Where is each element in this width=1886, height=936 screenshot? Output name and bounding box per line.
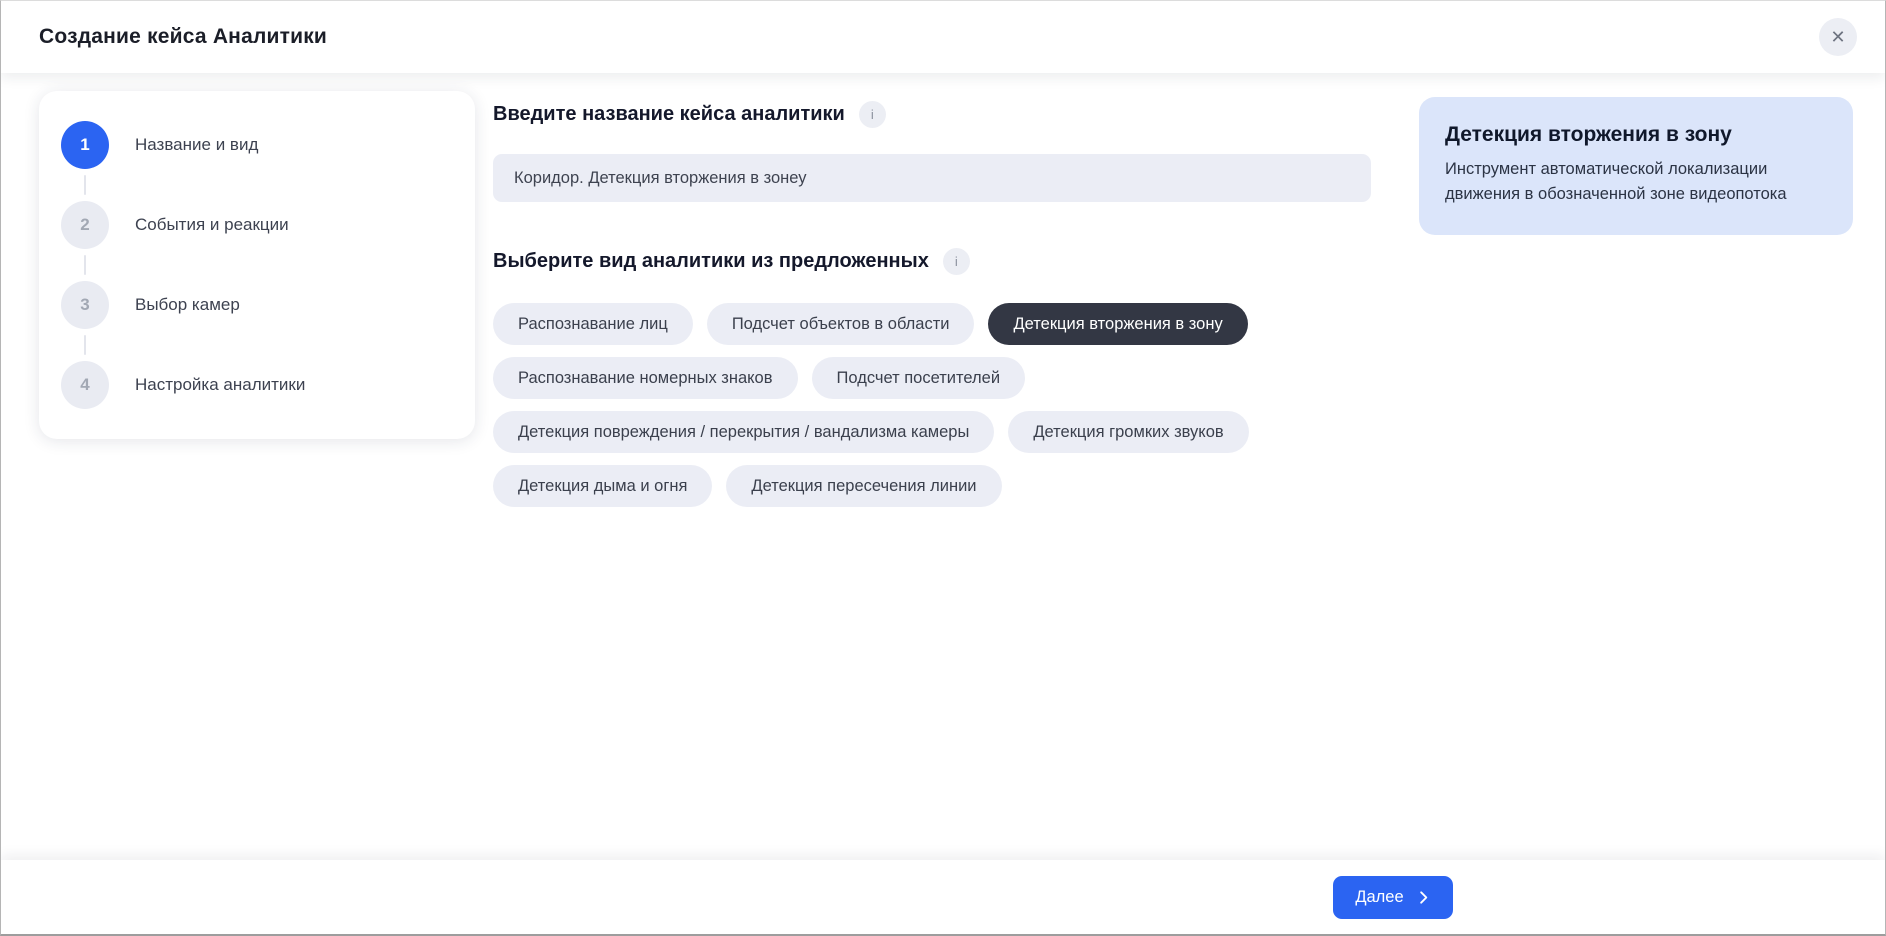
step-connector — [84, 255, 86, 275]
step-connector — [84, 335, 86, 355]
chip-visitor-counting[interactable]: Подсчет посетителей — [812, 357, 1026, 399]
chevron-right-icon — [1416, 890, 1431, 905]
dialog-title: Создание кейса Аналитики — [39, 25, 327, 49]
type-section-header: Выберите вид аналитики из предложенных i — [493, 248, 1371, 275]
selected-analytics-info-panel: Детекция вторжения в зону Инструмент авт… — [1419, 97, 1853, 235]
info-icon[interactable]: i — [859, 101, 886, 128]
chip-smoke-fire-detection[interactable]: Детекция дыма и огня — [493, 465, 712, 507]
close-button[interactable]: ✕ — [1819, 18, 1857, 56]
analytics-type-options: Распознавание лиц Подсчет объектов в обл… — [493, 303, 1371, 507]
dialog-header: Создание кейса Аналитики ✕ — [1, 1, 1885, 73]
step-number-badge: 2 — [61, 201, 109, 249]
chip-license-plate-recognition[interactable]: Распознавание номерных знаков — [493, 357, 798, 399]
step-label: Выбор камер — [135, 295, 240, 315]
step-label: События и реакции — [135, 215, 289, 235]
step-number-badge: 3 — [61, 281, 109, 329]
step-number-badge: 4 — [61, 361, 109, 409]
close-icon: ✕ — [1830, 28, 1845, 46]
dialog-footer: Далее — [1, 860, 1885, 934]
stepper-step-analytics-settings[interactable]: 4 Настройка аналитики — [61, 361, 451, 409]
main-form-area: Введите название кейса аналитики i Выбер… — [475, 73, 1395, 507]
step-label: Настройка аналитики — [135, 375, 305, 395]
info-panel-title: Детекция вторжения в зону — [1445, 123, 1827, 147]
stepper-step-events-and-reactions[interactable]: 2 События и реакции — [61, 201, 451, 249]
chip-camera-tampering-detection[interactable]: Детекция повреждения / перекрытия / ванд… — [493, 411, 994, 453]
case-name-input[interactable] — [493, 154, 1371, 202]
chip-face-recognition[interactable]: Распознавание лиц — [493, 303, 693, 345]
stepper-step-name-and-type[interactable]: 1 Название и вид — [61, 121, 451, 169]
info-icon[interactable]: i — [943, 248, 970, 275]
chip-zone-intrusion-detection[interactable]: Детекция вторжения в зону — [988, 303, 1247, 345]
dialog-body: 1 Название и вид 2 События и реакции 3 В… — [1, 73, 1885, 860]
chip-loud-sound-detection[interactable]: Детекция громких звуков — [1008, 411, 1248, 453]
name-section-title: Введите название кейса аналитики — [493, 103, 845, 126]
stepper-step-camera-selection[interactable]: 3 Выбор камер — [61, 281, 451, 329]
wizard-stepper: 1 Название и вид 2 События и реакции 3 В… — [39, 91, 475, 439]
next-button-label: Далее — [1355, 888, 1403, 907]
step-label: Название и вид — [135, 135, 258, 155]
name-section-header: Введите название кейса аналитики i — [493, 101, 1371, 128]
next-button[interactable]: Далее — [1333, 876, 1453, 919]
chip-row: Распознавание лиц Подсчет объектов в обл… — [493, 303, 1371, 345]
chip-row: Детекция дыма и огня Детекция пересечени… — [493, 465, 1371, 507]
chip-object-counting-in-area[interactable]: Подсчет объектов в области — [707, 303, 975, 345]
step-connector — [84, 175, 86, 195]
chip-row: Распознавание номерных знаков Подсчет по… — [493, 357, 1371, 399]
chip-line-crossing-detection[interactable]: Детекция пересечения линии — [726, 465, 1001, 507]
info-panel-description: Инструмент автоматической локализации дв… — [1445, 157, 1827, 207]
create-analytics-case-dialog: Создание кейса Аналитики ✕ 1 Название и … — [0, 0, 1886, 936]
step-number-badge: 1 — [61, 121, 109, 169]
chip-row: Детекция повреждения / перекрытия / ванд… — [493, 411, 1371, 453]
type-section-title: Выберите вид аналитики из предложенных — [493, 250, 929, 273]
